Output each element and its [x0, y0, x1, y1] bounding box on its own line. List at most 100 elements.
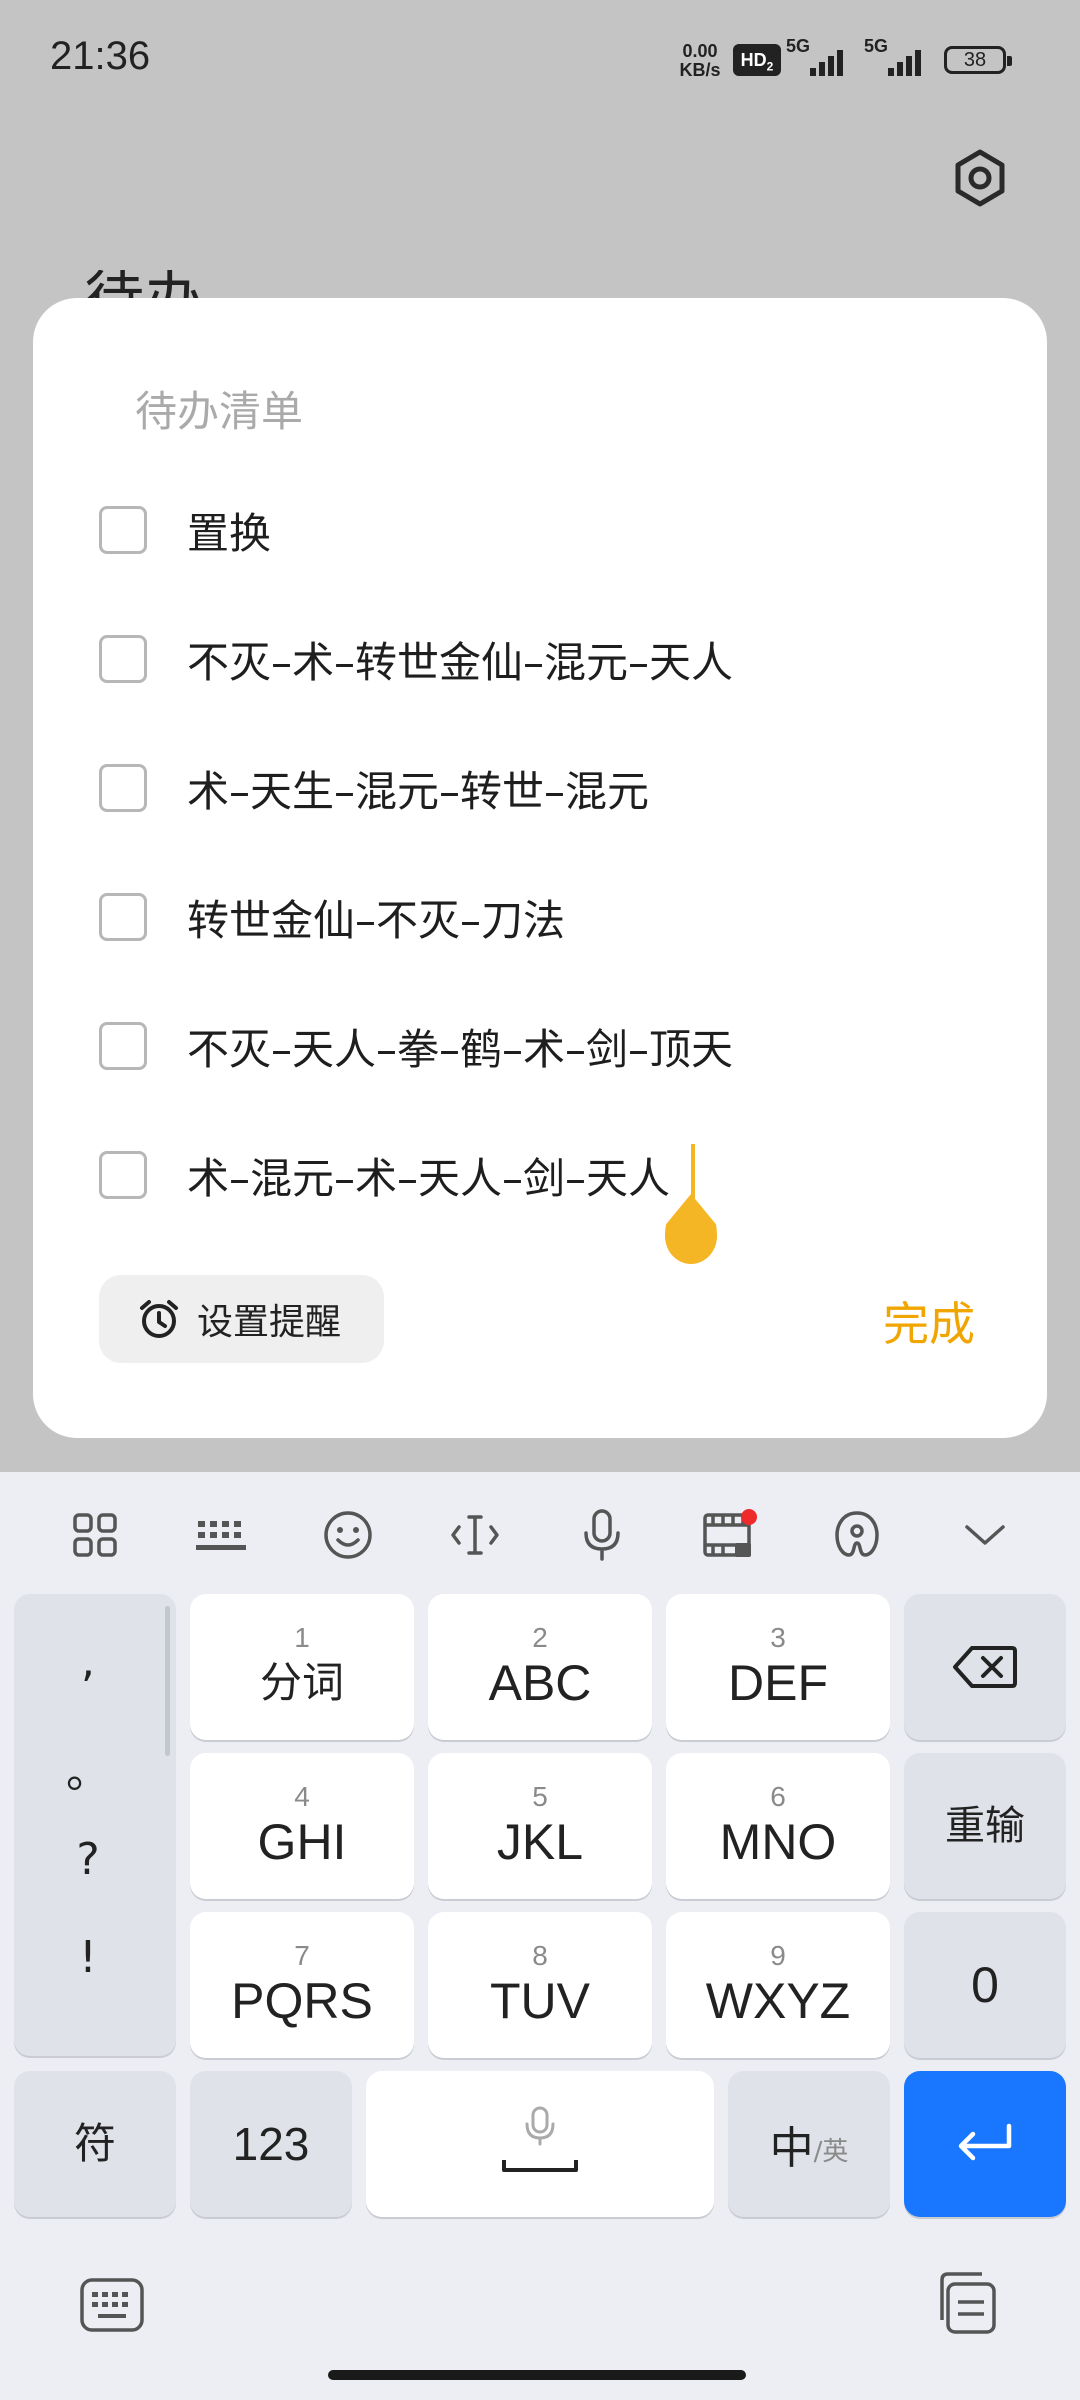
dialog-title: 待办清单 [135, 387, 304, 436]
punct-period[interactable]: 。 [14, 1736, 162, 1800]
todo-item[interactable]: 术–天生–混元–转世–混元 [99, 758, 649, 818]
emoji-icon[interactable] [315, 1502, 381, 1568]
space-mic-icon [502, 2106, 578, 2172]
key-label: GHI [257, 1814, 347, 1870]
set-reminder-label: 设置提醒 [197, 1302, 342, 1343]
key-7[interactable]: 7 PQRS [190, 1912, 414, 2058]
network-speed-value: 0.00 [682, 41, 718, 61]
todo-checkbox[interactable] [99, 1022, 147, 1070]
todo-item[interactable]: 不灭–术–转世金仙–混元–天人 [99, 629, 733, 689]
keyboard-switch-icon[interactable] [78, 2274, 146, 2336]
todo-item[interactable]: 置换 [99, 500, 271, 560]
video-mi-icon[interactable] [696, 1502, 762, 1568]
cursor-move-icon[interactable] [442, 1502, 508, 1568]
todo-item[interactable]: 术–混元–术–天人–剑–天人 [99, 1145, 670, 1205]
settings-icon[interactable] [950, 148, 1010, 208]
todo-checkbox[interactable] [99, 893, 147, 941]
todo-dialog: 待办清单 置换 不灭–术–转世金仙–混元–天人 术–天生–混元–转世–混元 转世… [33, 298, 1047, 1438]
keyboard-toolbar [0, 1472, 1080, 1592]
key-label: TUV [490, 1973, 590, 2029]
todo-checkbox[interactable] [99, 506, 147, 554]
microphone-icon[interactable] [569, 1502, 635, 1568]
key-label: ABC [488, 1655, 592, 1711]
key-label: JKL [496, 1814, 584, 1870]
key-label: MNO [719, 1814, 837, 1870]
punctuation-list[interactable]: , 。 ? ! [14, 1594, 176, 2056]
key-number: 2 [532, 1622, 548, 1653]
key-4[interactable]: 4 GHI [190, 1753, 414, 1899]
ime-keyboard: , 。 ? ! 1 分词 2 ABC 3 DEF 4 GHI 5 JKL 6 M… [0, 1472, 1080, 2400]
key-label: WXYZ [705, 1973, 851, 2029]
enter-icon [958, 2123, 1012, 2161]
symbols-label: 符 [73, 2119, 116, 2168]
key-label: PQRS [231, 1973, 373, 2029]
collapse-keyboard-icon[interactable] [952, 1502, 1018, 1568]
todo-item[interactable]: 转世金仙–不灭–刀法 [99, 887, 565, 947]
key-6[interactable]: 6 MNO [666, 1753, 890, 1899]
key-0[interactable]: 0 [904, 1912, 1066, 2058]
todo-text-input[interactable]: 术–混元–术–天人–剑–天人 [187, 1145, 670, 1206]
numbers-label: 123 [232, 2118, 310, 2170]
key-2[interactable]: 2 ABC [428, 1594, 652, 1740]
lang-main-label: 中 [769, 2123, 814, 2174]
space-key[interactable] [366, 2071, 714, 2217]
key-number: 5 [532, 1781, 548, 1812]
hd-voice-badge: HD2 [733, 44, 781, 76]
key-number: 6 [770, 1781, 786, 1812]
cursor-handle[interactable] [665, 1194, 717, 1264]
numbers-key[interactable]: 123 [190, 2071, 352, 2217]
enter-key[interactable] [904, 2071, 1066, 2217]
set-reminder-button[interactable]: 设置提醒 [99, 1275, 384, 1363]
todo-checkbox[interactable] [99, 1151, 147, 1199]
todo-checkbox[interactable] [99, 635, 147, 683]
signal-1-icon [806, 44, 850, 76]
todo-text[interactable]: 转世金仙–不灭–刀法 [187, 887, 565, 948]
key-number: 9 [770, 1940, 786, 1971]
key-number: 8 [532, 1940, 548, 1971]
punctuation-scrollbar[interactable] [165, 1606, 170, 1756]
backspace-key[interactable] [904, 1594, 1066, 1740]
apps-grid-icon[interactable] [62, 1502, 128, 1568]
reset-key[interactable]: 重输 [904, 1753, 1066, 1899]
signal-2-icon [884, 44, 928, 76]
key-8[interactable]: 8 TUV [428, 1912, 652, 2058]
key-number: 3 [770, 1622, 786, 1653]
key-1[interactable]: 1 分词 [190, 1594, 414, 1740]
todo-text[interactable]: 术–天生–混元–转世–混元 [187, 758, 649, 819]
status-time: 21:36 [50, 34, 151, 78]
key-label: DEF [728, 1655, 828, 1711]
home-indicator[interactable] [328, 2370, 746, 2380]
punct-question[interactable]: ? [14, 1834, 162, 1885]
key-number: 7 [294, 1940, 310, 1971]
hd-sub: 2 [766, 59, 774, 74]
key-number: 1 [294, 1622, 310, 1653]
handwriting-icon[interactable] [824, 1502, 890, 1568]
reset-label: 重输 [945, 1803, 1025, 1849]
alarm-clock-icon [140, 1300, 178, 1338]
todo-item[interactable]: 不灭–天人–拳–鹤–术–剑–顶天 [99, 1016, 733, 1076]
key-5[interactable]: 5 JKL [428, 1753, 652, 1899]
lang-sub-label: /英 [813, 2136, 849, 2167]
clipboard-icon[interactable] [934, 2270, 1000, 2338]
key-9[interactable]: 9 WXYZ [666, 1912, 890, 2058]
hd-label: HD [740, 50, 767, 70]
language-toggle-key[interactable]: 中 /英 [728, 2071, 890, 2217]
key-number: 4 [294, 1781, 310, 1812]
todo-checkbox[interactable] [99, 764, 147, 812]
symbols-key[interactable]: 符 [14, 2071, 176, 2217]
key-3[interactable]: 3 DEF [666, 1594, 890, 1740]
punct-exclamation[interactable]: ! [14, 1932, 162, 1983]
network-speed-unit: KB/s [679, 60, 721, 80]
background-page-title: 待办 [84, 270, 204, 300]
battery-icon: 38 [944, 46, 1012, 74]
network-speed: 0.00 KB/s [674, 42, 726, 80]
todo-text[interactable]: 不灭–天人–拳–鹤–术–剑–顶天 [187, 1016, 733, 1077]
key-label: 0 [971, 1957, 999, 2013]
punct-comma[interactable]: , [14, 1636, 162, 1687]
todo-text[interactable]: 置换 [187, 500, 271, 561]
backspace-icon [953, 1646, 1017, 1688]
todo-text[interactable]: 不灭–术–转世金仙–混元–天人 [187, 629, 733, 690]
keyboard-icon[interactable] [189, 1502, 255, 1568]
done-button[interactable]: 完成 [883, 1288, 975, 1354]
key-label: 分词 [259, 1658, 344, 1707]
